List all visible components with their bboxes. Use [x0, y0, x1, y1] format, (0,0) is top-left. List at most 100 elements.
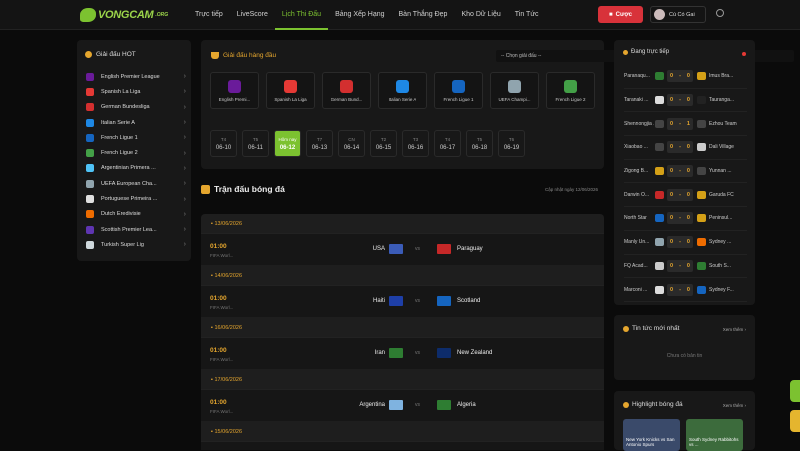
away-score: 1 [686, 120, 690, 127]
live-row[interactable]: Darwin O... 0-0 Garuda FC [624, 183, 747, 208]
vs-label: vs [415, 298, 420, 304]
vs-label: vs [415, 350, 420, 356]
gift-float-button[interactable] [790, 410, 800, 432]
site-logo[interactable]: VONGCAM .ORG [80, 7, 168, 23]
away-badge-icon [697, 214, 706, 223]
away-badge-icon [697, 190, 706, 199]
news-see-more-link[interactable]: Xem thêm › [723, 327, 746, 332]
news-title-text: Tin tức mới nhất [632, 325, 680, 332]
nav-item[interactable]: LiveScore [230, 0, 275, 30]
match-date: 15/06/2026 [214, 429, 243, 435]
league-card[interactable]: English Premi... [210, 72, 259, 109]
live-away-team: Imus Bra... [709, 73, 734, 80]
highlight-thumb[interactable]: South Sydney Rabbitohs vs ... [686, 419, 743, 451]
match-competition: FIFA Worl... [210, 305, 234, 310]
match-row[interactable]: 01:00 FIFA Worl... USA vs Paraguay [201, 234, 604, 266]
nav-item[interactable]: Trực tiếp [188, 0, 230, 30]
league-item[interactable]: Argentinian Primera ... › [86, 161, 186, 176]
date-tab[interactable]: T3 06-16 [402, 130, 429, 157]
match-row[interactable]: 01:00 FIFA Worl... Haiti vs Scotland [201, 286, 604, 318]
league-card[interactable]: French Ligue 2 [546, 72, 595, 109]
date-tab[interactable]: T4 06-10 [210, 130, 237, 157]
nav-item[interactable]: Kho Dữ Liệu [454, 0, 507, 30]
league-item[interactable]: French Ligue 2 › [86, 145, 186, 160]
score-separator: - [679, 262, 681, 269]
live-row[interactable]: Paranaqu... 0-0 Imus Bra... [624, 65, 747, 89]
home-score: 0 [670, 168, 674, 175]
match-row[interactable]: 01:00 FIFA Worl... Iran vs New Zealand [201, 338, 604, 370]
league-item[interactable]: English Premier League › [86, 69, 186, 84]
league-item[interactable]: Portuguese Primeira ... › [86, 191, 186, 206]
away-badge-icon [697, 238, 706, 247]
match-date-header: ▪ 17/06/2026 [201, 370, 604, 390]
away-team: Paraguay [457, 246, 483, 252]
live-away-team: South S... [709, 262, 731, 269]
league-item[interactable]: Dutch Eredivisie › [86, 207, 186, 222]
live-row[interactable]: Taranaki ... 0-0 Tauranga... [624, 89, 747, 113]
date-weekday: T7 [316, 136, 323, 142]
date-tab[interactable]: T5 06-11 [242, 130, 269, 157]
score-separator: - [679, 191, 681, 198]
league-card[interactable]: German Bund... [322, 72, 371, 109]
league-item[interactable]: Italian Serie A › [86, 115, 186, 130]
live-title-text: Đang trực tiếp [631, 49, 670, 55]
home-score: 0 [670, 286, 674, 293]
date-tab[interactable]: T2 06-15 [370, 130, 397, 157]
date-weekday: T2 [380, 136, 387, 142]
league-card[interactable]: Spanish La Liga [266, 72, 315, 109]
date-tab[interactable]: T6 06-19 [498, 130, 525, 157]
chevron-right-icon: › [183, 103, 186, 111]
nav-item[interactable]: Lịch Thi Đấu [274, 0, 329, 30]
live-row[interactable]: Shennongjia ... 0-1 Ezhou Team [624, 112, 747, 137]
live-away-team: Tauranga... [709, 97, 735, 104]
league-card[interactable]: Italian Serie A [378, 72, 427, 109]
user-menu[interactable]: Cú Có Gai [650, 6, 706, 23]
date-day: 06-19 [503, 144, 520, 151]
nav-item[interactable]: Bàn Thắng Đẹp [392, 0, 455, 30]
league-item[interactable]: Scottish Premier Lea... › [86, 222, 186, 237]
away-badge-icon [697, 285, 706, 294]
match-time: 01:00 [210, 295, 227, 302]
date-tab[interactable]: CN 06-14 [338, 130, 365, 157]
date-weekday: Hôm nay [278, 136, 297, 142]
match-date-header: ▪ 16/06/2026 [201, 318, 604, 338]
match-row[interactable]: 01:00 FIFA Worl... Argentina vs Algeria [201, 390, 604, 422]
highlights-see-more-link[interactable]: Xem thêm › [723, 403, 746, 408]
calendar-icon [201, 184, 210, 194]
league-logo-icon [86, 72, 94, 81]
live-score: 0-0 [667, 141, 693, 154]
date-tab[interactable]: Hôm nay 06-12 [274, 130, 301, 157]
league-item[interactable]: UEFA European Cha... › [86, 176, 186, 191]
nav-item[interactable]: Tin Tức [508, 0, 546, 30]
away-badge-icon [697, 261, 706, 270]
league-logo-icon [86, 133, 94, 142]
date-tab[interactable]: T7 06-13 [306, 130, 333, 157]
league-item[interactable]: German Bundesliga › [86, 100, 186, 115]
bet-button[interactable]: ■ Cược [598, 6, 643, 23]
live-row[interactable]: Manly Un... 0-0 Sydney ... [624, 231, 747, 255]
live-row[interactable]: Marconi ... 0-0 Sydney F... [624, 278, 747, 302]
league-card[interactable]: UEFA Champi... [490, 72, 539, 109]
league-item[interactable]: Spanish La Liga › [86, 84, 186, 99]
live-row[interactable]: Zigong B... 0-0 Yunnan ... [624, 160, 747, 184]
date-day: 06-18 [471, 144, 488, 151]
chat-float-button[interactable] [790, 380, 800, 402]
theme-toggle-icon[interactable] [716, 9, 724, 17]
league-item[interactable]: Turkish Super Lig › [86, 237, 186, 252]
highlight-thumb[interactable]: New York Knicks vs San Antonio Spurs [623, 419, 680, 451]
nav-item[interactable]: Bảng Xếp Hạng [328, 0, 391, 30]
date-tab[interactable]: T4 06-17 [434, 130, 461, 157]
home-score: 0 [670, 262, 674, 269]
live-row[interactable]: Xiaobao ... 0-0 Dali Village [624, 136, 747, 160]
league-card[interactable]: French Ligue 1 [434, 72, 483, 109]
league-label: Argentinian Primera ... [101, 165, 156, 172]
date-tab[interactable]: T5 06-18 [466, 130, 493, 157]
date-day: 06-12 [279, 144, 296, 151]
live-row[interactable]: North Star 0-0 Peninsul... [624, 207, 747, 231]
away-score: 0 [686, 215, 690, 222]
league-item[interactable]: French Ligue 1 › [86, 130, 186, 145]
home-badge-icon [655, 72, 664, 81]
away-team: New Zealand [457, 350, 493, 356]
matches-title-text: Trận đấu bóng đá [214, 184, 285, 194]
live-row[interactable]: FQ Acad... 0-0 South S... [624, 255, 747, 279]
